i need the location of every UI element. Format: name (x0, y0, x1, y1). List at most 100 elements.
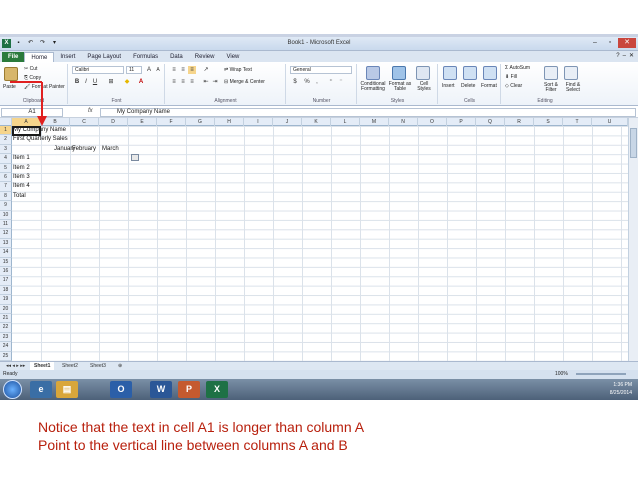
cut-button[interactable]: ✂ Cut (24, 66, 37, 72)
tab-view[interactable]: View (220, 52, 245, 62)
row-header[interactable]: 13 (0, 238, 12, 249)
paste-button[interactable]: Paste (3, 84, 16, 90)
format-button[interactable]: Format (481, 83, 497, 89)
orientation-icon[interactable]: ↗ (202, 66, 210, 74)
column-header[interactable]: J (273, 118, 302, 126)
column-header[interactable]: B (41, 118, 70, 126)
cell-a4[interactable]: Item 1 (13, 154, 30, 163)
italic-button[interactable]: I (82, 78, 90, 86)
excel-taskbar-icon[interactable]: X (206, 381, 228, 398)
fill-button[interactable]: ⬇ Fill (505, 74, 517, 80)
align-bottom-icon[interactable]: ≡ (188, 66, 196, 74)
fill-color-icon[interactable]: ◆ (123, 78, 131, 86)
column-header[interactable]: D (99, 118, 128, 126)
minimize-button[interactable]: – (588, 38, 602, 48)
close-button[interactable]: ✕ (618, 38, 636, 48)
help-icon[interactable]: ? (616, 52, 619, 62)
paste-options-icon[interactable] (131, 154, 139, 161)
row-header[interactable]: 14 (0, 248, 12, 258)
row-header[interactable]: 10 (0, 210, 12, 220)
cell-a5[interactable]: Item 2 (13, 164, 30, 173)
tab-page-layout[interactable]: Page Layout (81, 52, 127, 62)
column-header[interactable]: E (128, 118, 157, 126)
insert-sheet-icon[interactable]: ⊕ (114, 362, 126, 370)
number-format-select[interactable]: General (290, 66, 352, 74)
column-header[interactable]: A (12, 118, 41, 126)
row-header[interactable]: 7 (0, 182, 12, 192)
system-tray-clock[interactable]: 1:36 PM 8/25/2014 (610, 381, 632, 397)
delete-cells-icon[interactable] (463, 66, 477, 80)
zoom-slider[interactable] (576, 373, 626, 375)
tab-formulas[interactable]: Formulas (127, 52, 164, 62)
formula-input[interactable]: My Company Name (100, 108, 636, 117)
ribbon-close-icon[interactable]: ✕ (629, 52, 634, 62)
column-header[interactable]: N (389, 118, 418, 126)
explorer-taskbar-icon[interactable]: ▤ (56, 381, 78, 398)
row-header[interactable]: 21 (0, 314, 12, 324)
wrap-text-button[interactable]: ⇌ Wrap Text (224, 67, 252, 73)
cell-a7[interactable]: Item 4 (13, 182, 30, 191)
column-header[interactable]: U (592, 118, 628, 126)
currency-button[interactable]: $ (291, 78, 299, 86)
sheet-tab-3[interactable]: Sheet3 (86, 362, 110, 370)
column-header[interactable]: L (331, 118, 360, 126)
grow-font-icon[interactable]: A (145, 66, 153, 74)
column-header[interactable]: K (302, 118, 331, 126)
name-box[interactable]: A1 (1, 108, 63, 117)
tab-home[interactable]: Home (24, 52, 55, 62)
row-header[interactable]: 5 (0, 163, 12, 173)
format-as-table-button[interactable]: Format as Table (388, 82, 412, 92)
zoom-level[interactable]: 100% (555, 370, 568, 379)
borders-icon[interactable]: ⊞ (107, 78, 115, 86)
underline-button[interactable]: U (91, 78, 99, 86)
sort-filter-button[interactable]: Sort & Filter (540, 83, 562, 93)
row-header[interactable]: 15 (0, 257, 12, 267)
copy-button[interactable]: ⎘ Copy (24, 75, 41, 81)
select-all-corner[interactable] (0, 118, 12, 126)
tab-review[interactable]: Review (189, 52, 221, 62)
decrease-decimal-icon[interactable]: ⁻ (337, 78, 345, 86)
row-header[interactable]: 22 (0, 323, 12, 333)
fx-button[interactable]: fx (88, 108, 93, 114)
font-name-select[interactable]: Calibri (72, 66, 124, 74)
increase-decimal-icon[interactable]: ⁺ (327, 78, 335, 86)
sheet-tab-1[interactable]: Sheet1 (30, 362, 55, 370)
paste-icon[interactable] (4, 67, 18, 81)
row-header[interactable]: 24 (0, 342, 12, 352)
find-select-button[interactable]: Find & Select (562, 83, 584, 93)
shrink-font-icon[interactable]: A (154, 66, 162, 74)
row-header[interactable]: 2 (0, 135, 12, 145)
format-cells-icon[interactable] (483, 66, 497, 80)
decrease-indent-icon[interactable]: ⇤ (202, 78, 210, 86)
row-header[interactable]: 8 (0, 191, 12, 202)
cell-styles-button[interactable]: Cell Styles (413, 82, 435, 92)
cell-styles-icon[interactable] (416, 66, 430, 80)
row-header[interactable]: 25 (0, 351, 12, 361)
sheet-tab-2[interactable]: Sheet2 (58, 362, 82, 370)
word-taskbar-icon[interactable]: W (150, 381, 172, 398)
row-header[interactable]: 23 (0, 332, 12, 343)
column-header[interactable]: H (215, 118, 244, 126)
format-as-table-icon[interactable] (392, 66, 406, 80)
column-header[interactable]: I (244, 118, 273, 126)
column-header[interactable]: C (70, 118, 99, 126)
delete-button[interactable]: Delete (461, 83, 475, 89)
row-header[interactable]: 1 (0, 126, 12, 136)
merge-center-button[interactable]: ⊟ Merge & Center (224, 79, 265, 85)
row-header[interactable]: 12 (0, 229, 12, 239)
ribbon-minimize-icon[interactable]: – (623, 52, 626, 62)
format-painter-button[interactable]: 🖌 Format Painter (24, 84, 65, 90)
row-header[interactable]: 19 (0, 295, 12, 305)
conditional-formatting-icon[interactable] (366, 66, 380, 80)
scrollbar-thumb[interactable] (630, 128, 637, 158)
row-header[interactable]: 4 (0, 154, 12, 164)
autosum-button[interactable]: Σ AutoSum (505, 65, 530, 71)
percent-button[interactable]: % (303, 78, 311, 86)
vertical-scrollbar[interactable] (628, 118, 638, 361)
row-header[interactable]: 3 (0, 144, 12, 155)
column-header[interactable]: P (447, 118, 476, 126)
sheet-nav-buttons[interactable]: ◂◂ ◂ ▸ ▸▸ (2, 362, 29, 370)
align-top-icon[interactable]: ≡ (170, 66, 178, 74)
cell-d3[interactable]: March (102, 145, 119, 154)
column-header[interactable]: R (505, 118, 534, 126)
